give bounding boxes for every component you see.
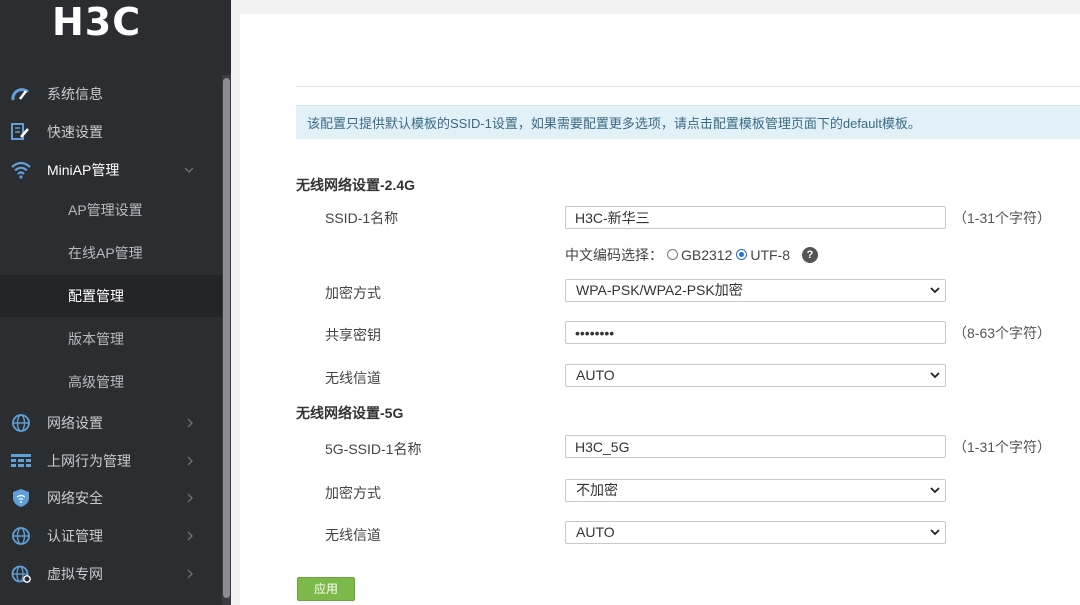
channel-5g-select[interactable]: AUTO <box>565 521 946 544</box>
sidebar-item-label: MiniAP管理 <box>47 162 120 178</box>
sidebar-item-miniap[interactable]: MiniAP管理 <box>0 151 222 189</box>
sidebar-subitem-advanced-management[interactable]: 高级管理 <box>0 361 222 403</box>
ssid-5g-label: 5G-SSID-1名称 <box>325 441 422 457</box>
behavior-icon <box>11 454 31 467</box>
channel-select-value: AUTO <box>576 367 615 383</box>
section-title-24g: 无线网络设置-2.4G <box>296 177 416 193</box>
globe-icon <box>12 527 30 545</box>
info-notice: 该配置只提供默认模板的SSID-1设置，如果需要配置更多选项，请点击配置模板管理… <box>296 105 1080 139</box>
sidebar-item-label: 认证管理 <box>47 528 103 544</box>
sidebar-subitem-online-ap[interactable]: 在线AP管理 <box>0 232 222 274</box>
chevron-right-icon <box>187 569 193 579</box>
sidebar-subitem-config-management[interactable]: 配置管理 <box>0 275 222 317</box>
sidebar-item-auth-management[interactable]: 认证管理 <box>0 517 222 555</box>
sidebar-item-label: 网络安全 <box>47 490 103 506</box>
sidebar-item-label: 虚拟专网 <box>47 566 103 582</box>
h3c-logo: H3C <box>52 0 142 44</box>
sidebar-item-system-info[interactable]: 系统信息 <box>0 75 222 113</box>
channel-5g-label: 无线信道 <box>325 527 381 543</box>
chevron-right-icon <box>187 418 193 428</box>
encryption-select[interactable]: WPA-PSK/WPA2-PSK加密 <box>565 279 946 302</box>
sidebar-item-label: 上网行为管理 <box>47 453 131 469</box>
encryption-select-value: WPA-PSK/WPA2-PSK加密 <box>576 282 743 298</box>
encryption-label: 加密方式 <box>325 285 381 301</box>
main-panel <box>240 14 1080 605</box>
sidebar-subitem-label: 在线AP管理 <box>68 245 143 261</box>
sidebar-subitem-version-management[interactable]: 版本管理 <box>0 318 222 360</box>
shield-icon <box>13 489 29 507</box>
sidebar-subitem-label: 版本管理 <box>68 331 124 347</box>
quick-setup-icon <box>11 123 29 140</box>
ssid-5g-input[interactable] <box>565 435 946 458</box>
radio-utf8-label[interactable]: UTF-8 <box>750 247 790 263</box>
ssid-input[interactable] <box>565 206 946 229</box>
shared-key-hint: （8-63个字符） <box>953 325 1052 341</box>
chevron-right-icon <box>187 531 193 541</box>
encryption-5g-select[interactable]: 不加密 <box>565 479 946 502</box>
wifi-icon <box>11 161 31 179</box>
channel-5g-select-value: AUTO <box>576 524 615 540</box>
chevron-down-icon <box>930 287 940 294</box>
chevron-right-icon <box>187 456 193 466</box>
vpn-globe-icon <box>11 565 31 583</box>
chevron-down-icon <box>930 487 940 494</box>
radio-gb2312-label[interactable]: GB2312 <box>681 247 732 263</box>
section-title-5g: 无线网络设置-5G <box>296 405 404 421</box>
divider <box>296 86 1080 87</box>
channel-select[interactable]: AUTO <box>565 364 946 387</box>
apply-button[interactable]: 应用 <box>297 577 355 601</box>
sidebar-item-behavior-management[interactable]: 上网行为管理 <box>0 442 222 480</box>
dashboard-icon <box>11 88 30 101</box>
shared-key-input[interactable] <box>565 321 946 344</box>
radio-gb2312[interactable] <box>667 248 678 260</box>
encoding-label: 中文编码选择： <box>565 247 663 263</box>
shared-key-label: 共享密钥 <box>325 327 381 343</box>
sidebar-item-vpn[interactable]: 虚拟专网 <box>0 555 222 593</box>
sidebar-item-network-settings[interactable]: 网络设置 <box>0 404 222 442</box>
chevron-down-icon <box>930 372 940 379</box>
sidebar-subitem-label: 配置管理 <box>68 288 124 304</box>
sidebar-subitem-ap-settings[interactable]: AP管理设置 <box>0 189 222 231</box>
radio-utf8[interactable] <box>736 248 748 260</box>
chevron-right-icon <box>187 493 193 503</box>
sidebar-item-quick-setup[interactable]: 快速设置 <box>0 113 222 151</box>
sidebar-item-label: 网络设置 <box>47 415 103 431</box>
sidebar: H3C 系统信息 快速设置 MiniAP管理 AP管理设置 在线AP管理 配置管… <box>0 0 231 605</box>
ssid-hint: （1-31个字符） <box>953 210 1052 226</box>
ssid-5g-hint: （1-31个字符） <box>953 439 1052 455</box>
sidebar-scrollbar-thumb[interactable] <box>223 78 230 598</box>
sidebar-subitem-label: AP管理设置 <box>68 202 143 218</box>
help-icon[interactable]: ? <box>802 247 819 264</box>
encryption-5g-label: 加密方式 <box>325 485 381 501</box>
encryption-5g-select-value: 不加密 <box>576 482 618 498</box>
sidebar-item-network-security[interactable]: 网络安全 <box>0 479 222 517</box>
sidebar-subitem-label: 高级管理 <box>68 374 124 390</box>
encoding-selector: 中文编码选择： GB2312 UTF-8? <box>565 245 819 265</box>
ssid-label: SSID-1名称 <box>325 210 399 226</box>
chevron-down-icon <box>930 529 940 536</box>
channel-label: 无线信道 <box>325 370 381 386</box>
globe-icon <box>12 414 30 432</box>
sidebar-item-label: 系统信息 <box>47 86 103 102</box>
chevron-down-icon <box>184 167 194 173</box>
sidebar-item-label: 快速设置 <box>47 124 103 140</box>
